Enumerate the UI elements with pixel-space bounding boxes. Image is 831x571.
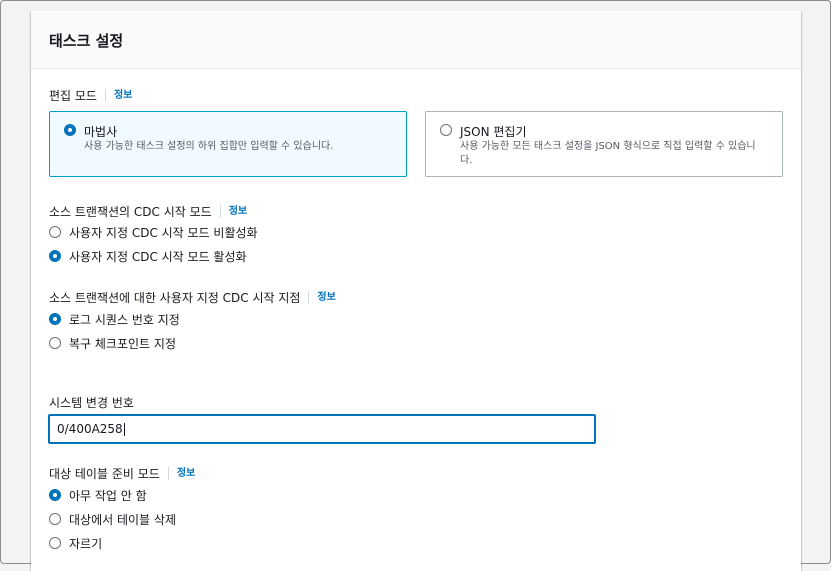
text-caret	[123, 422, 125, 436]
drop-tables-label: 대상에서 테이블 삭제	[69, 512, 176, 527]
cdc-start-mode-label: 소스 트랜잭션의 CDC 시작 모드	[49, 205, 212, 219]
task-settings-panel: 태스크 설정 편집 모드 정보 마법사 사용 가능한 태스크 설정의 하위 집합…	[31, 11, 801, 571]
truncate-radio[interactable]	[49, 537, 61, 549]
cdc-mode-enable-radio[interactable]	[49, 250, 61, 262]
system-change-number-input[interactable]: 0/400A258	[48, 414, 596, 444]
window-frame: 태스크 설정 편집 모드 정보 마법사 사용 가능한 태스크 설정의 하위 집합…	[0, 0, 831, 571]
panel-header: 태스크 설정	[31, 11, 801, 69]
truncate-label: 자르기	[69, 536, 103, 551]
cdc-mode-disable-radio[interactable]	[49, 226, 61, 238]
target-table-prep-label: 대상 테이블 준비 모드	[49, 467, 160, 481]
cdc-start-mode-info-link[interactable]: 정보	[219, 205, 247, 218]
cdc-start-mode-label-row: 소스 트랜잭션의 CDC 시작 모드 정보	[49, 203, 247, 220]
target-table-prep-label-row: 대상 테이블 준비 모드 정보	[49, 465, 195, 482]
checkpoint-label: 복구 체크포인트 지정	[69, 336, 176, 351]
drop-tables-radio[interactable]	[49, 513, 61, 525]
cdc-mode-disable-label: 사용자 지정 CDC 시작 모드 비활성화	[69, 225, 258, 240]
wizard-title: 마법사	[84, 125, 118, 139]
panel-title: 태스크 설정	[49, 32, 124, 50]
lsn-label: 로그 시퀀스 번호 지정	[69, 312, 180, 327]
wizard-radio[interactable]	[64, 124, 76, 136]
do-nothing-label: 아무 작업 안 함	[69, 488, 147, 503]
cdc-mode-enable-label: 사용자 지정 CDC 시작 모드 활성화	[69, 249, 247, 264]
cdc-start-point-label-row: 소스 트랜잭션에 대한 사용자 지정 CDC 시작 지점 정보	[49, 289, 336, 306]
system-change-number-value: 0/400A258	[57, 422, 123, 436]
edit-mode-label: 편집 모드	[49, 89, 97, 103]
wizard-description: 사용 가능한 태스크 설정의 하위 집합만 입력할 수 있습니다.	[84, 141, 334, 152]
edit-mode-label-row: 편집 모드 정보	[49, 87, 132, 104]
do-nothing-option[interactable]: 아무 작업 안 함	[49, 488, 147, 503]
json-editor-description: 사용 가능한 모든 태스크 설정을 JSON 형식으로 직접 입력할 수 있습니…	[460, 141, 756, 166]
lsn-radio[interactable]	[49, 313, 61, 325]
cdc-mode-enable-option[interactable]: 사용자 지정 CDC 시작 모드 활성화	[49, 249, 247, 264]
lsn-option[interactable]: 로그 시퀀스 번호 지정	[49, 312, 180, 327]
json-editor-title: JSON 편집기	[460, 125, 527, 139]
edit-mode-info-link[interactable]: 정보	[104, 89, 132, 102]
truncate-option[interactable]: 자르기	[49, 536, 103, 551]
cdc-start-point-label: 소스 트랜잭션에 대한 사용자 지정 CDC 시작 지점	[49, 291, 301, 305]
cdc-mode-disable-option[interactable]: 사용자 지정 CDC 시작 모드 비활성화	[49, 225, 258, 240]
drop-tables-option[interactable]: 대상에서 테이블 삭제	[49, 512, 176, 527]
system-change-number-label: 시스템 변경 번호	[49, 396, 134, 410]
checkpoint-option[interactable]: 복구 체크포인트 지정	[49, 336, 176, 351]
target-table-prep-info-link[interactable]: 정보	[167, 467, 195, 480]
do-nothing-radio[interactable]	[49, 489, 61, 501]
json-editor-radio[interactable]	[440, 124, 452, 136]
checkpoint-radio[interactable]	[49, 337, 61, 349]
cdc-start-point-info-link[interactable]: 정보	[308, 291, 336, 304]
edit-mode-json-tile[interactable]: JSON 편집기 사용 가능한 모든 태스크 설정을 JSON 형식으로 직접 …	[425, 111, 783, 177]
edit-mode-wizard-tile[interactable]: 마법사 사용 가능한 태스크 설정의 하위 집합만 입력할 수 있습니다.	[49, 111, 407, 177]
